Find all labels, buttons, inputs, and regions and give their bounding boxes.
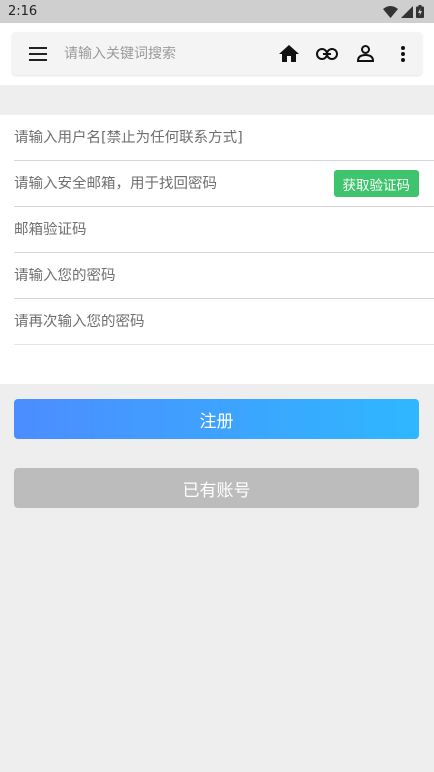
spacer (0, 85, 434, 115)
search-bar (12, 32, 422, 75)
have-account-button[interactable]: 已有账号 (14, 468, 419, 508)
password-field[interactable] (14, 267, 419, 284)
menu-icon (29, 46, 47, 61)
username-row (14, 115, 434, 161)
wifi-icon (383, 5, 398, 18)
home-icon (279, 45, 299, 62)
battery-icon (416, 5, 424, 18)
account-button[interactable] (346, 32, 384, 75)
confirm-password-field[interactable] (14, 313, 419, 330)
link-icon (316, 47, 338, 60)
person-icon (356, 45, 374, 62)
confirm-password-row (14, 299, 434, 345)
more-button[interactable] (384, 32, 422, 75)
username-field[interactable] (14, 129, 419, 146)
status-icons (383, 5, 424, 18)
email-row: 获取验证码 (14, 161, 434, 207)
register-button[interactable]: 注册 (14, 399, 419, 439)
status-time: 2:16 (8, 4, 38, 19)
status-bar: 2:16 (0, 0, 434, 23)
top-app-bar (0, 23, 434, 85)
get-code-button[interactable]: 获取验证码 (333, 170, 419, 197)
home-button[interactable] (270, 32, 308, 75)
email-field[interactable] (14, 175, 334, 192)
more-vert-icon (401, 45, 405, 62)
search-input[interactable] (64, 45, 270, 62)
code-row (14, 207, 434, 253)
menu-button[interactable] (12, 32, 64, 75)
link-button[interactable] (308, 32, 346, 75)
register-form: 获取验证码 (0, 115, 434, 384)
email-code-field[interactable] (14, 221, 419, 238)
password-row (14, 253, 434, 299)
signal-icon (401, 5, 413, 18)
